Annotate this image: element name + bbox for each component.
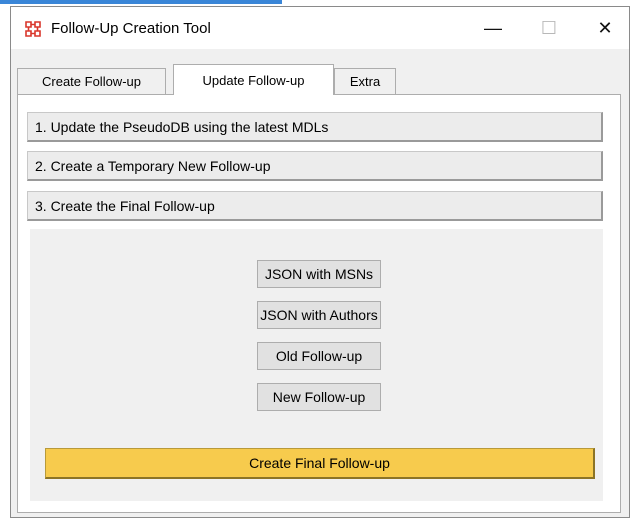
old-follow-up-button[interactable]: Old Follow-up — [257, 342, 381, 370]
maximize-button[interactable]: ☐ — [521, 7, 577, 49]
minimize-button[interactable]: — — [465, 7, 521, 49]
window-title: Follow-Up Creation Tool — [51, 20, 211, 37]
close-icon: ✕ — [597, 17, 613, 38]
tab-update-follow-up[interactable]: Update Follow-up — [173, 64, 334, 95]
tab-extra[interactable]: Extra — [334, 68, 396, 94]
title-bar[interactable]: Follow-Up Creation Tool — ☐ ✕ — [11, 7, 629, 49]
close-button[interactable]: ✕ — [577, 7, 631, 49]
app-grid-icon — [25, 21, 41, 37]
accent-strip — [0, 0, 282, 4]
tab-strip: Create Follow-up Update Follow-up Extra — [17, 64, 621, 95]
create-final-follow-up-button[interactable]: Create Final Follow-up — [45, 448, 595, 479]
update-pseudodb-button[interactable]: 1. Update the PseudoDB using the latest … — [27, 112, 603, 142]
create-temporary-follow-up-button[interactable]: 2. Create a Temporary New Follow-up — [27, 151, 603, 181]
minimize-icon: — — [484, 17, 502, 38]
create-final-follow-up-section-button[interactable]: 3. Create the Final Follow-up — [27, 191, 603, 221]
json-authors-button[interactable]: JSON with Authors — [257, 301, 381, 329]
json-msns-button[interactable]: JSON with MSNs — [257, 260, 381, 288]
new-follow-up-button[interactable]: New Follow-up — [257, 383, 381, 411]
maximize-icon: ☐ — [540, 17, 558, 38]
tab-create-follow-up[interactable]: Create Follow-up — [17, 68, 166, 94]
final-follow-up-group: JSON with MSNs JSON with Authors Old Fol… — [30, 229, 603, 501]
